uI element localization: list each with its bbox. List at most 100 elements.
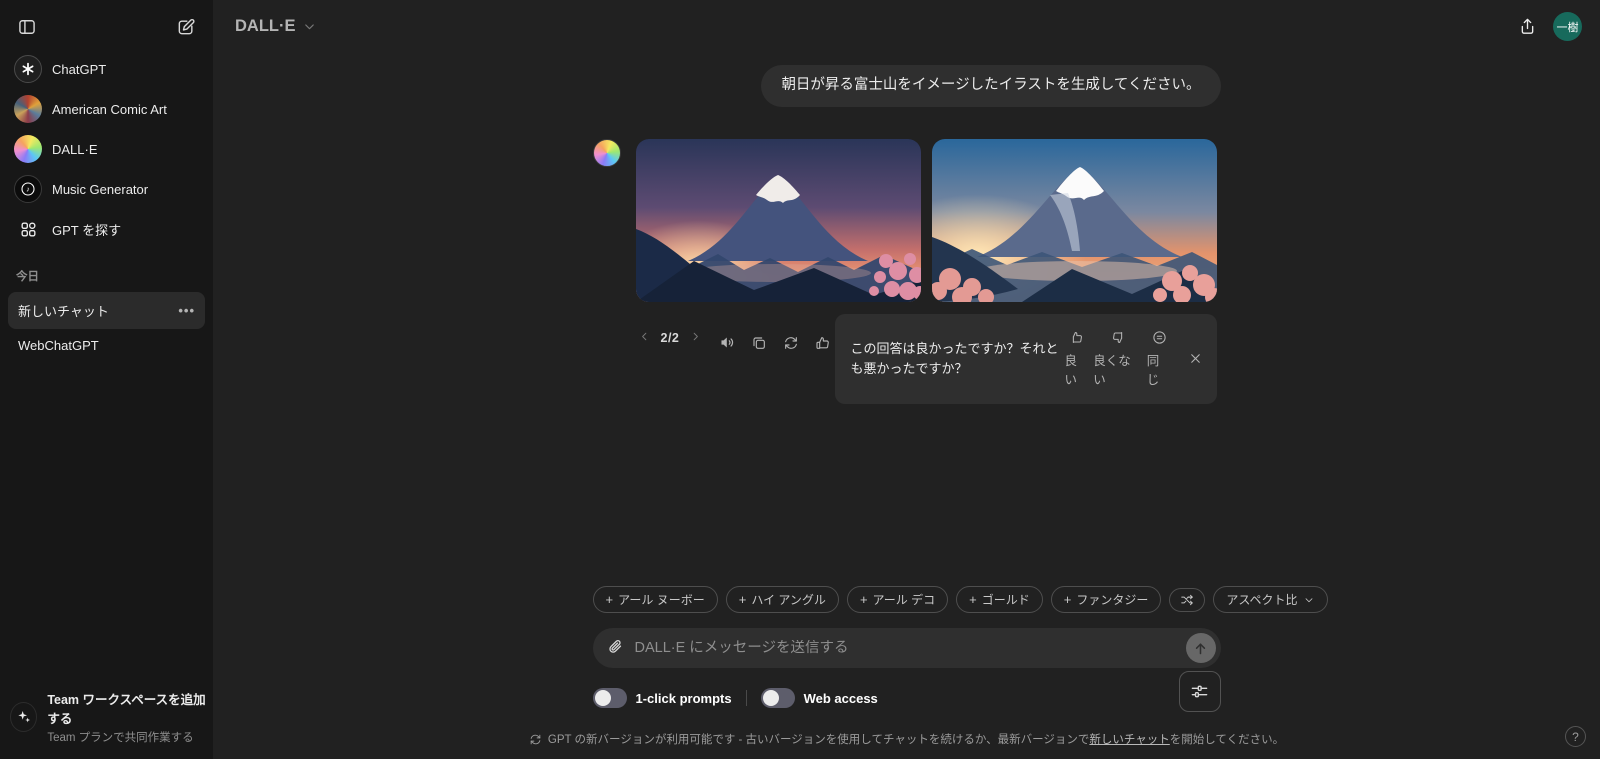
dalle-avatar-icon [593,139,621,167]
shuffle-icon [1180,593,1194,607]
prompt-chips-row: +アール ヌーボー + ハイ アングル + アール デコ + ゴールド + ファンタジー… [593,586,1221,613]
chip-label: ファンタジー [1076,591,1148,608]
plus-icon: + [1064,592,1072,607]
sparkle-icon [10,702,37,732]
history-item-webchatgpt[interactable]: WebChatGPT [8,329,205,362]
model-name: DALL·E [235,17,296,36]
style-chip-gold[interactable]: + ゴールド [956,586,1043,613]
style-chip-high-angle[interactable]: + ハイ アングル [726,586,839,613]
history-item-new-chat[interactable]: 新しいチャット ••• [8,292,205,329]
history-section-label: 今日 [8,250,205,292]
message-input-bar [593,628,1221,668]
one-click-prompts-toggle[interactable]: 1-click prompts [593,688,732,708]
regenerate-icon[interactable] [778,330,804,356]
grid-icon [14,215,42,243]
shuffle-styles-button[interactable] [1169,588,1205,612]
sidebar-item-chatgpt[interactable]: ChatGPT [8,50,205,88]
sliders-icon [1190,682,1209,701]
feedback-good-button[interactable]: 良い [1065,330,1090,388]
close-icon[interactable] [1188,351,1203,366]
model-switcher[interactable]: DALL·E [229,13,323,40]
share-icon[interactable] [1518,17,1537,36]
refresh-icon [529,733,542,746]
extension-toggles: 1-click prompts Web access [593,688,1221,708]
chip-label: ゴールド [982,591,1030,608]
copy-icon[interactable] [746,330,772,356]
feedback-option-label: 同じ [1147,350,1172,388]
music-note-icon: ♪ [14,175,42,203]
message-input[interactable] [635,640,1186,656]
style-chip-art-nouveau[interactable]: +アール ヌーボー [593,586,718,613]
notice-text: GPT の新バージョンが利用可能です - 古いバージョンを使用してチャットを続け… [548,734,1089,746]
assistant-turn: 2/2 [593,139,1221,356]
plus-icon: + [606,592,614,607]
help-button[interactable]: ? [1565,726,1586,747]
feedback-option-label: 良くない [1093,350,1143,388]
user-avatar[interactable]: 一樹 [1553,12,1582,41]
thumbs-down-icon [1111,330,1126,345]
topbar: DALL·E 一樹 [213,0,1600,49]
sidebar-item-label: DALL·E [52,142,98,157]
sidebar-item-music-generator[interactable]: ♪ Music Generator [8,170,205,208]
generated-image-2[interactable] [932,139,1217,302]
aspect-ratio-label: アスペクト比 [1226,591,1297,608]
previous-page-icon[interactable] [636,330,653,347]
sidebar-item-american-comic-art[interactable]: American Comic Art [8,90,205,128]
chip-label: アール デコ [873,591,936,608]
feedback-bad-button[interactable]: 良くない [1093,330,1143,388]
feedback-question: この回答は良かったですか？それとも悪かったですか？ [851,339,1059,378]
image-pager: 2/2 [636,330,705,347]
sidebar-item-label: American Comic Art [52,102,167,117]
close-sidebar-icon[interactable] [14,14,40,40]
toggle-label: Web access [804,691,878,706]
send-button[interactable] [1186,633,1216,663]
comic-avatar-icon [14,95,42,123]
plus-icon: + [860,592,868,607]
read-aloud-icon[interactable] [714,330,740,356]
attach-file-icon[interactable] [607,639,625,657]
style-chip-fantasy[interactable]: + ファンタジー [1051,586,1162,613]
sidebar-item-label: Music Generator [52,182,148,197]
generated-image-1[interactable] [636,139,921,302]
feedback-card: この回答は良かったですか？それとも悪かったですか？ 良い 良くない [835,314,1217,404]
feedback-option-label: 良い [1065,350,1090,388]
sidebar-item-label: GPT を探す [52,220,121,239]
history-item-options-icon[interactable]: ••• [178,303,195,318]
plus-icon: + [739,592,747,607]
thumbs-up-icon[interactable] [810,330,836,356]
toggle-label: 1-click prompts [636,691,732,706]
feedback-same-button[interactable]: 同じ [1147,330,1172,388]
sidebar-item-dalle[interactable]: DALL·E [8,130,205,168]
svg-text:♪: ♪ [26,185,30,194]
web-access-toggle[interactable]: Web access [761,688,878,708]
sidebar-item-explore-gpts[interactable]: GPT を探す [8,210,205,248]
chevron-down-icon [302,19,317,34]
team-workspace-upsell[interactable]: Team ワークスペースを追加する Team プランで共同作業する [10,689,213,745]
divider [746,690,747,706]
plus-icon: + [969,592,977,607]
toggle-switch[interactable] [593,688,627,708]
arrow-up-icon [1192,640,1209,657]
notice-text: を開始してください。 [1170,734,1284,746]
page-indicator: 2/2 [661,331,680,345]
user-message: 朝日が昇る富士山をイメージしたイラストを生成してください。 [761,65,1220,107]
next-page-icon[interactable] [687,330,704,347]
app: ChatGPT American Comic Art DALL·E ♪ Musi… [0,0,1600,759]
style-chip-art-deco[interactable]: + アール デコ [847,586,948,613]
equals-circle-icon [1152,330,1167,345]
composer: +アール ヌーボー + ハイ アングル + アール デコ + ゴールド + ファンタジー… [593,586,1221,759]
history-item-label: 新しいチャット [18,301,109,320]
team-upsell-subtitle: Team プランで共同作業する [47,729,213,745]
extension-settings-button[interactable] [1179,671,1221,712]
aspect-ratio-dropdown[interactable]: アスペクト比 [1213,586,1327,613]
new-chat-link[interactable]: 新しいチャット [1089,734,1169,746]
toggle-switch[interactable] [761,688,795,708]
thumbs-up-icon [1069,330,1084,345]
chip-label: ハイ アングル [751,591,826,608]
chevron-down-icon [1303,594,1315,606]
new-chat-icon[interactable] [173,14,199,40]
chatgpt-logo-icon [14,55,42,83]
team-upsell-title: Team ワークスペースを追加する [47,689,213,727]
message-controls: 2/2 [636,330,1217,356]
sidebar-item-label: ChatGPT [52,62,106,77]
